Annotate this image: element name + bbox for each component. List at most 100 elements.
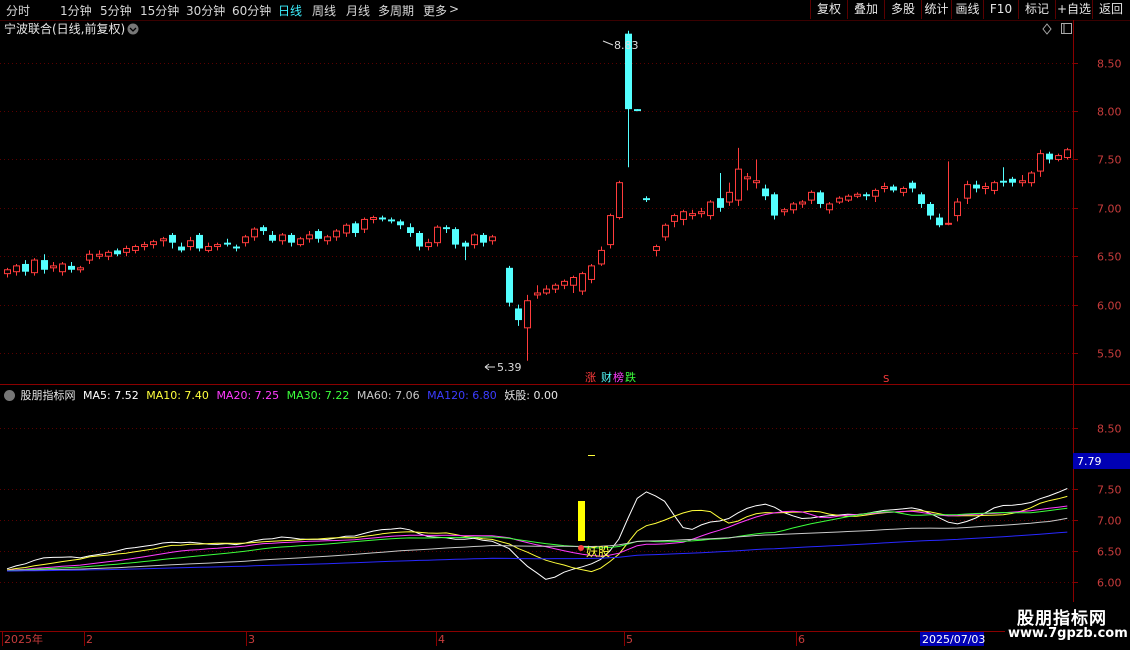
candle-body [598,249,605,265]
candle-body [854,193,861,197]
candle-body [671,215,678,222]
ma5-line [6,488,1068,580]
candle-body [489,236,496,242]
candle-body [297,238,304,246]
ma20-value: MA20: 7.25 [216,389,280,402]
y-tick-label: 8.00 [1097,106,1122,119]
candle-body [141,244,148,248]
candle-body [634,109,641,112]
candle-body [178,246,185,251]
candle-body [982,186,989,189]
candle-body [1055,155,1062,160]
candle-body [1064,149,1071,159]
candle-body [607,215,614,246]
candle-body [845,195,852,201]
zhang-marker[interactable]: 涨 [585,371,596,384]
candle-body [836,197,843,203]
bang-marker[interactable]: 榜 [613,370,624,384]
candle-body [726,191,733,203]
panel-max-icon[interactable] [1061,23,1072,34]
candle-body [890,186,897,191]
candle-body [698,211,705,215]
candle-body [41,260,48,270]
candle-body [762,188,769,197]
candle-body [918,194,925,204]
ma120-value: MA120: 6.80 [427,389,497,402]
candle-body [653,246,660,251]
ma60-value: MA60: 7.06 [356,389,420,402]
candlesticks [4,30,1071,361]
candle-body [863,194,870,197]
candle-body [114,250,121,255]
candle-body [150,241,157,246]
candle-body [954,201,961,217]
candle-body [1009,178,1016,183]
candle-body [927,203,934,216]
title-dropdown-icon[interactable] [127,23,139,35]
time-axis-label: 2025年 [4,632,43,646]
candle-body [872,189,879,197]
candle-body [1037,153,1044,172]
candle-body [352,223,359,233]
indicator-legend: 股朋指标网 MA5: 7.52 MA10: 7.40 MA20: 7.25 MA… [0,387,562,403]
candle-body [160,238,167,242]
cai-marker[interactable]: 财 [601,370,612,384]
candle-body [909,182,916,189]
candle-body [689,213,696,217]
high-price-pointer [602,40,614,46]
candle-body [579,273,586,292]
candle-body [324,236,331,242]
candle-body [123,247,130,253]
diamond-icon[interactable] [1042,23,1052,35]
candle-body [77,267,84,271]
time-axis-label: 2 [86,633,93,646]
candle-body [233,246,240,249]
candle-body [96,253,103,257]
y-tick-label: 8.50 [1097,423,1122,436]
candle-body [361,218,368,230]
candle-body [260,227,267,232]
ma30-value: MA30: 7.22 [286,389,350,402]
high-price-label: 8.83 [614,39,639,52]
candle-body [452,229,459,245]
yaogu-signal-dot [578,545,584,551]
candle-body [59,263,66,273]
yaogu-signal-bar [578,501,585,541]
candle-body [242,236,249,244]
indicator-menu-icon[interactable] [4,390,15,401]
candle-body [196,234,203,249]
candle-body [515,308,522,321]
candle-body [205,246,212,251]
candle-body [187,240,194,248]
indicator-lines [6,488,1068,580]
y-tick-label: 5.50 [1097,348,1122,361]
candle-body [462,242,469,247]
indicator-name[interactable]: 股朋指标网 [21,389,76,402]
y-tick-label: 7.50 [1097,484,1122,497]
yaogu-signal-label: 妖股 [586,545,610,559]
candle-body [524,300,531,329]
y-tick-label: 8.50 [1097,58,1122,71]
candle-body [333,230,340,238]
candle-body [717,198,724,208]
kline-chart[interactable]: 宁波联合(日线,前复权) 8.50 8.00 7.50 7.00 6.50 6.00 5.5… [0,0,1130,650]
ma30-line [6,507,1068,572]
low-price-pointer [484,363,495,371]
candle-body [543,288,550,294]
candle-body [735,168,742,201]
candle-body [22,263,29,272]
candle-body [680,211,687,220]
candle-body [443,227,450,230]
candle-body [379,217,386,220]
candle-body [900,187,907,193]
s-marker[interactable]: S [883,374,889,385]
candle-body [1019,180,1026,184]
candle-body [214,244,221,248]
candle-body [425,242,432,248]
die-marker[interactable]: 跌 [625,370,636,384]
candle-body [973,184,980,189]
candle-body [561,280,568,286]
candle-body [224,242,231,245]
candle-body [407,227,414,233]
time-axis: 2025年 2 3 4 5 6 [2,632,805,646]
